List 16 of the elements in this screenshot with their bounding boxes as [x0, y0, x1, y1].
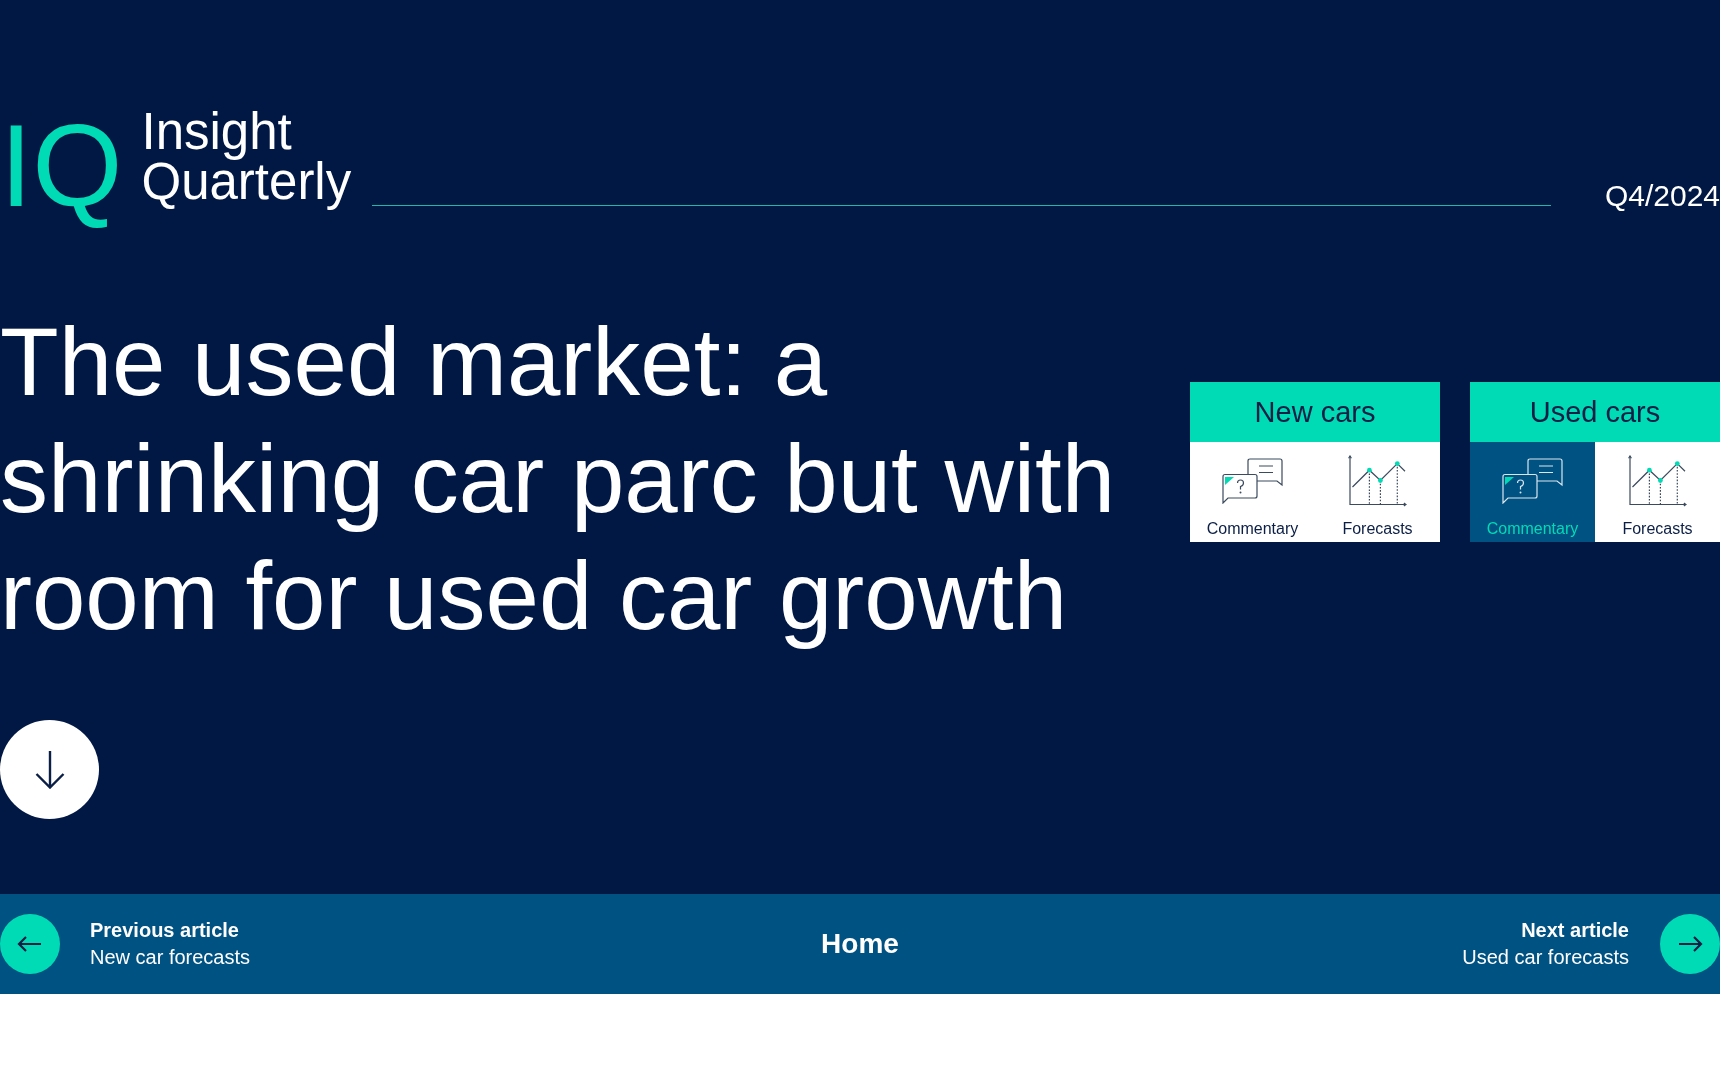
arrow-left-icon: [0, 914, 60, 974]
arrow-right-icon: [1660, 914, 1720, 974]
speech-bubbles-icon: [1221, 458, 1284, 505]
home-link[interactable]: Home: [821, 928, 899, 960]
next-article-link[interactable]: Next article Used car forecasts: [1462, 914, 1720, 974]
line-chart-icon: [1628, 455, 1687, 508]
speech-bubbles-icon: [1501, 458, 1564, 505]
previous-article-link[interactable]: Previous article New car forecasts: [0, 914, 251, 974]
issue-label: Q4/2024: [1604, 181, 1720, 211]
logo-mark: IQ: [0, 100, 123, 233]
arrow-down-icon: [34, 750, 65, 789]
line-chart-icon: [1348, 455, 1407, 508]
section-header: Used cars: [1470, 382, 1720, 443]
headline: The used market: a shrinking car parc but with room for used car growth: [0, 307, 1117, 652]
commentary-link[interactable]: Commentary: [1470, 442, 1595, 543]
section-header: New cars: [1190, 382, 1440, 443]
